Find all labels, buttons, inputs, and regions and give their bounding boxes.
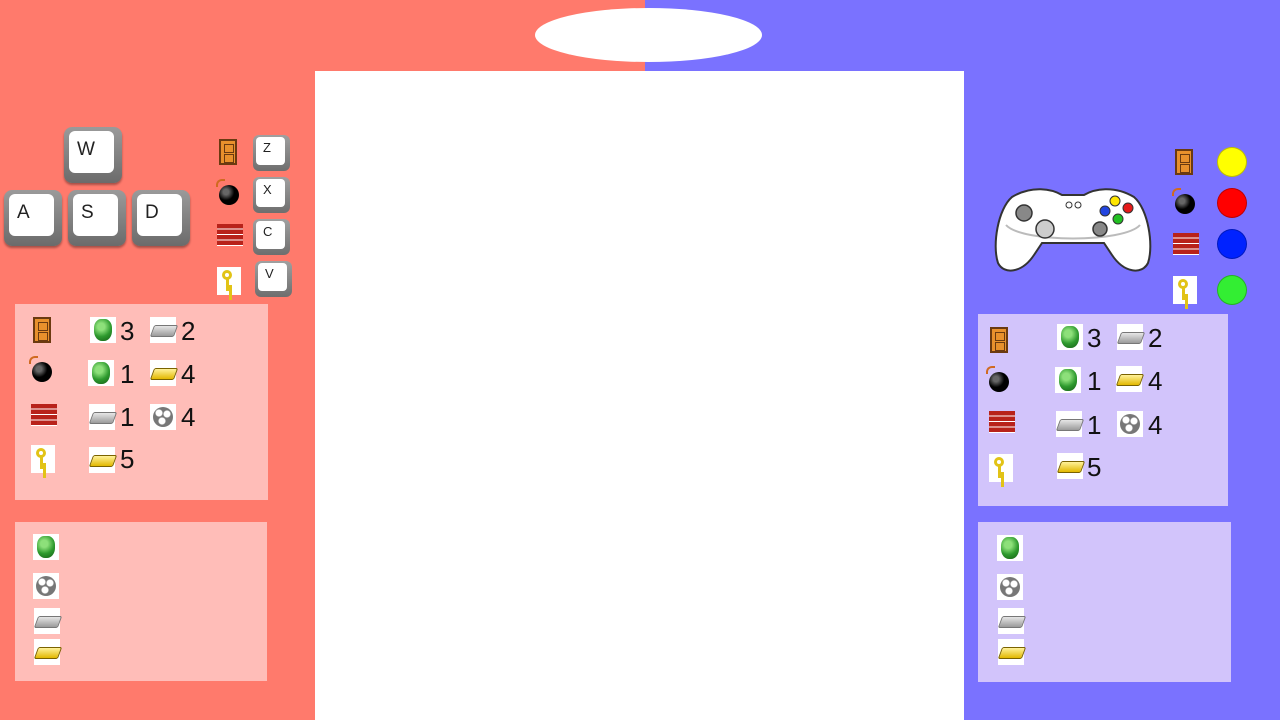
key-icon [31,445,55,473]
controller-button-red[interactable] [1217,188,1247,218]
emerald-icon [33,534,59,560]
iron-icon [150,317,176,343]
key-gold-qty: 5 [120,444,135,474]
bomb-gold-qty: 4 [181,359,196,389]
door-icon [990,327,1008,353]
key-z-label: Z [256,137,285,165]
emerald-icon [88,360,114,386]
brick-wall-icon [31,404,57,426]
key-x[interactable]: X [253,177,290,213]
key-v-label: V [258,263,287,291]
key-icon [217,267,241,295]
turn-indicator [535,8,762,62]
door-emerald-qty: 3 [1087,323,1102,353]
iron-icon [89,404,115,430]
bomb-emerald-qty: 1 [120,359,135,389]
player2-recipe-panel: 3 2 1 4 1 4 5 [978,314,1228,506]
stone-icon [33,573,59,599]
wall-stone-qty: 4 [1148,410,1163,440]
bomb-icon [986,366,1012,392]
stone-icon [1117,411,1143,437]
key-icon [989,454,1013,482]
bomb-icon [29,356,55,382]
brick-wall-icon [989,411,1015,433]
player1-inventory-panel [15,522,267,681]
key-s-label: S [73,194,118,236]
key-gold-qty: 5 [1087,452,1102,482]
player2-inventory-panel [978,522,1231,682]
bomb-gold-qty: 4 [1148,366,1163,396]
gamepad-icon [994,188,1152,272]
iron-icon [34,608,60,634]
iron-icon [1056,411,1082,437]
door-icon [33,317,51,343]
iron-icon [1117,324,1143,350]
controller-button-yellow[interactable] [1217,147,1247,177]
key-c[interactable]: C [253,219,290,255]
player1-recipe-panel: 3 2 1 4 1 4 5 [15,304,268,500]
door-icon [219,139,237,165]
door-emerald-qty: 3 [120,316,135,346]
emerald-icon [997,535,1023,561]
game-board[interactable] [315,71,964,720]
emerald-icon [1055,367,1081,393]
controller-button-blue[interactable] [1217,229,1247,259]
wall-stone-qty: 4 [181,402,196,432]
bomb-icon [1172,188,1198,214]
emerald-icon [1057,324,1083,350]
key-z[interactable]: Z [253,135,290,171]
key-s[interactable]: S [68,190,126,246]
key-icon [1173,276,1197,304]
brick-wall-icon [1173,233,1199,255]
key-x-label: X [256,179,285,207]
stone-icon [150,404,176,430]
key-a-label: A [9,194,54,236]
controller-button-green[interactable] [1217,275,1247,305]
door-icon [1175,149,1193,175]
gold-icon [998,639,1024,665]
key-c-label: C [256,221,285,249]
door-iron-qty: 2 [1148,323,1163,353]
iron-icon [998,608,1024,634]
key-w[interactable]: W [64,127,122,183]
key-w-label: W [69,131,114,173]
brick-wall-icon [217,224,243,246]
door-iron-qty: 2 [181,316,196,346]
key-d[interactable]: D [132,190,190,246]
emerald-icon [90,317,116,343]
gold-icon [150,360,176,386]
bomb-emerald-qty: 1 [1087,366,1102,396]
stone-icon [997,574,1023,600]
gold-icon [89,447,115,473]
gold-icon [1057,453,1083,479]
wall-iron-qty: 1 [120,402,135,432]
bomb-icon [216,179,242,205]
key-v[interactable]: V [255,261,292,297]
gold-icon [34,639,60,665]
key-a[interactable]: A [4,190,62,246]
key-d-label: D [137,194,182,236]
gold-icon [1116,366,1142,392]
wall-iron-qty: 1 [1087,410,1102,440]
